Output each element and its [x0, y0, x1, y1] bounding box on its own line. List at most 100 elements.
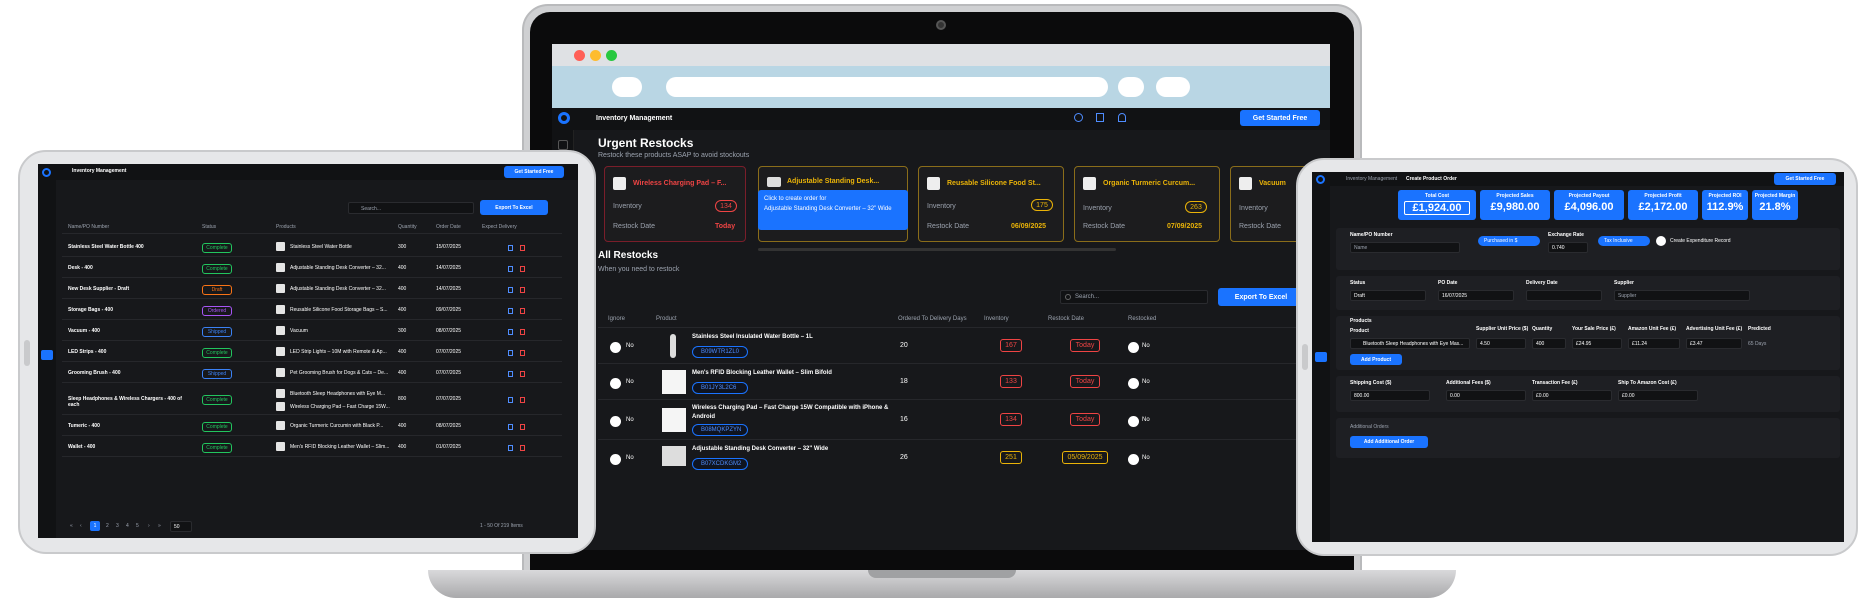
amazon-fee-input[interactable]: £11.24	[1628, 338, 1680, 349]
column-header[interactable]: Status	[202, 224, 216, 230]
copy-icon[interactable]	[508, 350, 513, 356]
table-row[interactable]: Wallet - 400 Complete Men's RFID Blocking …	[62, 438, 562, 457]
order-name[interactable]: Sleep Headphones & Wireless Chargers - 4…	[68, 396, 188, 408]
order-name[interactable]: Stainless Steel Water Bottle 400	[68, 244, 188, 250]
copy-icon[interactable]	[508, 308, 513, 314]
delete-icon[interactable]	[520, 308, 525, 314]
delete-icon[interactable]	[520, 350, 525, 356]
delete-icon[interactable]	[520, 287, 525, 293]
dashboard-icon[interactable]	[558, 140, 568, 150]
order-name[interactable]: Wallet - 400	[68, 444, 188, 450]
export-excel-button[interactable]: Export To Excel	[480, 200, 548, 215]
table-row[interactable]: Grooming Brush - 400 Shipped Pet Grooming …	[62, 364, 562, 383]
close-window-icon[interactable]	[574, 50, 585, 61]
get-started-button[interactable]: Get Started Free	[1774, 173, 1836, 185]
delete-icon[interactable]	[520, 329, 525, 335]
sidebar-active-icon[interactable]	[1315, 352, 1327, 362]
additional-fees-input[interactable]: 0.00	[1446, 390, 1526, 401]
supplier-input[interactable]: Supplier	[1614, 290, 1750, 301]
ignore-toggle[interactable]	[610, 378, 621, 389]
table-row[interactable]: LED Strips - 400 Complete LED Strip Lights…	[62, 343, 562, 362]
delete-icon[interactable]	[520, 397, 525, 403]
table-row[interactable]: Tumeric - 400 Complete Organic Turmeric Cu…	[62, 417, 562, 436]
product-select[interactable]: Bluetooth Sleep Headphones with Eye Mas.…	[1350, 338, 1470, 349]
table-row[interactable]: Stainless Steel Water Bottle 400 Complete…	[62, 238, 562, 257]
restocked-toggle[interactable]	[1128, 416, 1139, 427]
address-bar[interactable]	[666, 77, 1108, 97]
tax-inclusive-toggle[interactable]: Tax Inclusive	[1598, 236, 1650, 246]
exchange-rate-input[interactable]: 0.740	[1548, 242, 1588, 253]
table-row[interactable]: No Men's RFID Blocking Leather Wallet – …	[598, 366, 1330, 400]
order-name[interactable]: New Desk Supplier - Draft	[68, 286, 188, 292]
column-header[interactable]: Restock Date	[1048, 316, 1084, 322]
column-header[interactable]: Products	[276, 224, 296, 230]
table-row[interactable]: Storage Bags - 400 Ordered Reusable Silico…	[62, 301, 562, 320]
cards-scrollbar[interactable]	[758, 248, 1116, 251]
page-button[interactable]: 4	[126, 523, 129, 529]
table-row[interactable]: No Wireless Charging Pad – Fast Charge 1…	[598, 402, 1330, 440]
delete-icon[interactable]	[520, 245, 525, 251]
clipboard-icon[interactable]	[1096, 113, 1104, 122]
transaction-fee-input[interactable]: £0.00	[1532, 390, 1612, 401]
advertising-fee-input[interactable]: £3.47	[1686, 338, 1742, 349]
browser-button-2[interactable]	[1156, 77, 1190, 97]
create-order-tooltip[interactable]: Click to create order for Adjustable Sta…	[758, 190, 908, 230]
breadcrumb-parent[interactable]: Inventory Management	[1346, 176, 1397, 182]
column-header[interactable]: Product	[656, 316, 677, 322]
urgent-card[interactable]: Reusable Silicone Food St... Inventory 1…	[918, 166, 1064, 242]
search-input[interactable]: Search...	[1060, 290, 1208, 304]
page-button[interactable]: 5	[136, 523, 139, 529]
page-button[interactable]: 2	[106, 523, 109, 529]
column-header[interactable]: Quantity	[398, 224, 417, 230]
name-input[interactable]: Name	[1350, 242, 1460, 253]
maximize-window-icon[interactable]	[606, 50, 617, 61]
delete-icon[interactable]	[520, 371, 525, 377]
column-header[interactable]: Name/PO Number	[68, 224, 109, 230]
ignore-toggle[interactable]	[610, 454, 621, 465]
order-name[interactable]: LED Strips - 400	[68, 349, 188, 355]
table-row[interactable]: Desk - 400 Complete Adjustable Standing De…	[62, 259, 562, 278]
copy-icon[interactable]	[508, 287, 513, 293]
column-header[interactable]: Expect Delivery	[482, 224, 517, 230]
prev-page-icon[interactable]: ‹	[80, 523, 82, 529]
asin-chip[interactable]: B09WTR1ZL0	[692, 346, 748, 358]
sale-price-input[interactable]: £24.95	[1572, 338, 1622, 349]
purchased-in-toggle[interactable]: Purchased in $	[1478, 236, 1540, 246]
ship-to-amazon-input[interactable]: £0.00	[1618, 390, 1698, 401]
po-date-input[interactable]: 16/07/2025	[1438, 290, 1514, 301]
order-name[interactable]: Tumeric - 400	[68, 423, 188, 429]
supplier-price-input[interactable]: 4.50	[1476, 338, 1526, 349]
export-excel-button[interactable]: Export To Excel	[1218, 288, 1304, 306]
status-select[interactable]: Draft	[1350, 290, 1426, 301]
restocked-toggle[interactable]	[1128, 454, 1139, 465]
urgent-card[interactable]: Organic Turmeric Curcum... Inventory 263…	[1074, 166, 1220, 242]
restocked-toggle[interactable]	[1128, 342, 1139, 353]
nav-arrows-icon[interactable]	[612, 77, 642, 97]
copy-icon[interactable]	[508, 266, 513, 272]
order-name[interactable]: Desk - 400	[68, 265, 188, 271]
get-started-button[interactable]: Get Started Free	[504, 166, 564, 178]
help-icon[interactable]	[1074, 113, 1083, 122]
column-header[interactable]: Ordered To Delivery Days	[898, 316, 967, 322]
table-row[interactable]: Vacuum - 400 Shipped Vacuum 300 08/07/2025	[62, 322, 562, 341]
copy-icon[interactable]	[508, 329, 513, 335]
copy-icon[interactable]	[508, 424, 513, 430]
delivery-date-input[interactable]	[1526, 290, 1602, 301]
page-button[interactable]: 3	[116, 523, 119, 529]
asin-chip[interactable]: B07XCDKGM2	[692, 458, 748, 470]
sidebar-active-icon[interactable]	[41, 350, 53, 360]
delete-icon[interactable]	[520, 424, 525, 430]
delete-icon[interactable]	[520, 266, 525, 272]
copy-icon[interactable]	[508, 371, 513, 377]
order-name[interactable]: Vacuum - 400	[68, 328, 188, 334]
column-header[interactable]: Restocked	[1128, 316, 1156, 322]
next-page-icon[interactable]: ›	[148, 523, 150, 529]
order-name[interactable]: Grooming Brush - 400	[68, 370, 188, 376]
get-started-button[interactable]: Get Started Free	[1240, 110, 1320, 126]
expenditure-toggle[interactable]	[1656, 236, 1666, 246]
restocked-toggle[interactable]	[1128, 378, 1139, 389]
column-header[interactable]: Order Date	[436, 224, 461, 230]
add-additional-order-button[interactable]: Add Additional Order	[1350, 436, 1428, 448]
ignore-toggle[interactable]	[610, 416, 621, 427]
column-header[interactable]: Ignore	[608, 316, 625, 322]
